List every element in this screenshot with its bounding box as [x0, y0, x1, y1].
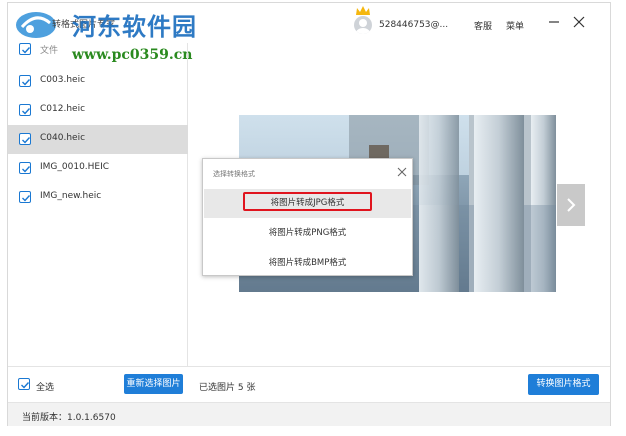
option-png-label: 将图片转成PNG格式	[268, 228, 347, 238]
option-png[interactable]: 将图片转成PNG格式	[204, 219, 411, 248]
convert-format-dialog: 选择转换格式 将图片转成JPG格式 将图片转成PNG格式 将图片转成BMP格式	[202, 158, 413, 276]
customer-service-link[interactable]: 客服	[474, 19, 492, 32]
file-list-header: 文件	[8, 37, 188, 59]
highlight-box	[243, 192, 372, 211]
option-jpg[interactable]: 将图片转成JPG格式	[204, 189, 411, 218]
next-image-button[interactable]	[557, 184, 585, 226]
file-checkbox[interactable]	[19, 191, 31, 203]
account-area[interactable]: 528446753@...	[352, 6, 472, 37]
dialog-title: 选择转换格式	[213, 170, 255, 178]
file-name: IMG_new.heic	[40, 191, 102, 201]
option-bmp[interactable]: 将图片转成BMP格式	[204, 249, 411, 278]
file-row-c012[interactable]: C012.heic	[8, 96, 188, 125]
file-name: C040.heic	[40, 133, 86, 143]
reselect-images-button[interactable]: 重新选择图片	[124, 374, 183, 394]
file-list-panel: 文件 C003.heic C012.heic C040.heic IMG_001…	[8, 43, 188, 366]
file-row-c040[interactable]: C040.heic	[8, 125, 188, 154]
select-all-checkbox[interactable]	[18, 378, 30, 390]
close-icon[interactable]	[570, 13, 588, 31]
file-row-c003[interactable]: C003.heic	[8, 67, 188, 96]
file-checkbox[interactable]	[19, 75, 31, 87]
file-checkbox[interactable]	[19, 162, 31, 174]
file-checkbox[interactable]	[19, 133, 31, 145]
convert-format-button[interactable]: 转换图片格式	[528, 374, 599, 395]
app-window: 转格式图片专家 河东软件园 528446753@... 客服 菜单 www.pc…	[7, 2, 611, 426]
option-bmp-label: 将图片转成BMP格式	[268, 258, 347, 268]
selected-count: 已选图片 5 张	[199, 383, 256, 393]
minimize-icon[interactable]	[545, 13, 563, 31]
file-checkbox[interactable]	[19, 104, 31, 116]
file-name: C012.heic	[40, 104, 86, 114]
file-row-img-0010[interactable]: IMG_0010.HEIC	[8, 154, 188, 183]
menu-link[interactable]: 菜单	[506, 19, 524, 32]
chevron-right-icon	[567, 198, 576, 212]
avatar[interactable]	[354, 16, 372, 34]
file-row-img-new[interactable]: IMG_new.heic	[8, 183, 188, 212]
header-checkbox[interactable]	[19, 43, 31, 55]
version-text: 当前版本：1.0.1.6570	[22, 413, 116, 423]
file-name: IMG_0010.HEIC	[40, 162, 110, 172]
account-name[interactable]: 528446753@...	[379, 20, 448, 30]
dialog-close-icon[interactable]	[396, 166, 408, 178]
status-bar: 当前版本：1.0.1.6570	[8, 402, 610, 426]
file-list-header-label: 文件	[40, 46, 59, 56]
select-all-label[interactable]: 全选	[36, 380, 54, 393]
bottom-toolbar: 全选 重新选择图片 已选图片 5 张 转换图片格式	[8, 366, 610, 402]
crown-icon	[356, 6, 370, 15]
file-name: C003.heic	[40, 75, 86, 85]
